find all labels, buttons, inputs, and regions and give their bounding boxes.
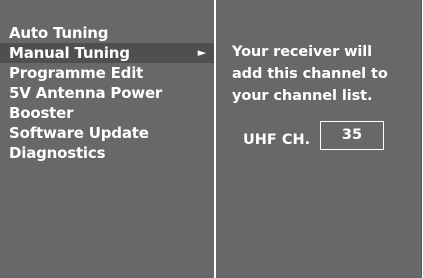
- tv-menu-screen: Auto Tuning Manual Tuning ► Programme Ed…: [0, 0, 422, 278]
- message-line: add this channel to: [232, 66, 388, 82]
- menu-item-label: 5V Antenna Power: [9, 84, 163, 102]
- message-line: your channel list.: [232, 88, 373, 104]
- menu-item-manual-tuning[interactable]: Manual Tuning ►: [0, 43, 214, 63]
- right-triangle-icon: ►: [197, 46, 206, 59]
- menu-item-label: Programme Edit: [9, 64, 144, 82]
- menu-item-label: Auto Tuning: [9, 24, 109, 42]
- channel-number-field[interactable]: 35: [320, 121, 384, 150]
- menu-item-auto-tuning[interactable]: Auto Tuning: [0, 23, 214, 43]
- menu-item-programme-edit[interactable]: Programme Edit: [0, 63, 214, 83]
- menu-item-diagnostics[interactable]: Diagnostics: [0, 143, 214, 163]
- menu-item-label: Software Update: [9, 124, 149, 142]
- menu-item-booster[interactable]: Booster: [0, 103, 214, 123]
- panel-divider: [214, 0, 216, 278]
- message-line: Your receiver will: [232, 44, 373, 60]
- setup-menu: Auto Tuning Manual Tuning ► Programme Ed…: [0, 23, 214, 163]
- menu-item-label: Booster: [9, 104, 74, 122]
- menu-item-label: Diagnostics: [9, 144, 106, 162]
- channel-label: UHF CH.: [243, 132, 311, 148]
- menu-item-label: Manual Tuning: [9, 44, 130, 62]
- menu-item-5v-antenna-power[interactable]: 5V Antenna Power: [0, 83, 214, 103]
- menu-item-software-update[interactable]: Software Update: [0, 123, 214, 143]
- manual-tuning-message: Your receiver will add this channel to y…: [232, 41, 412, 107]
